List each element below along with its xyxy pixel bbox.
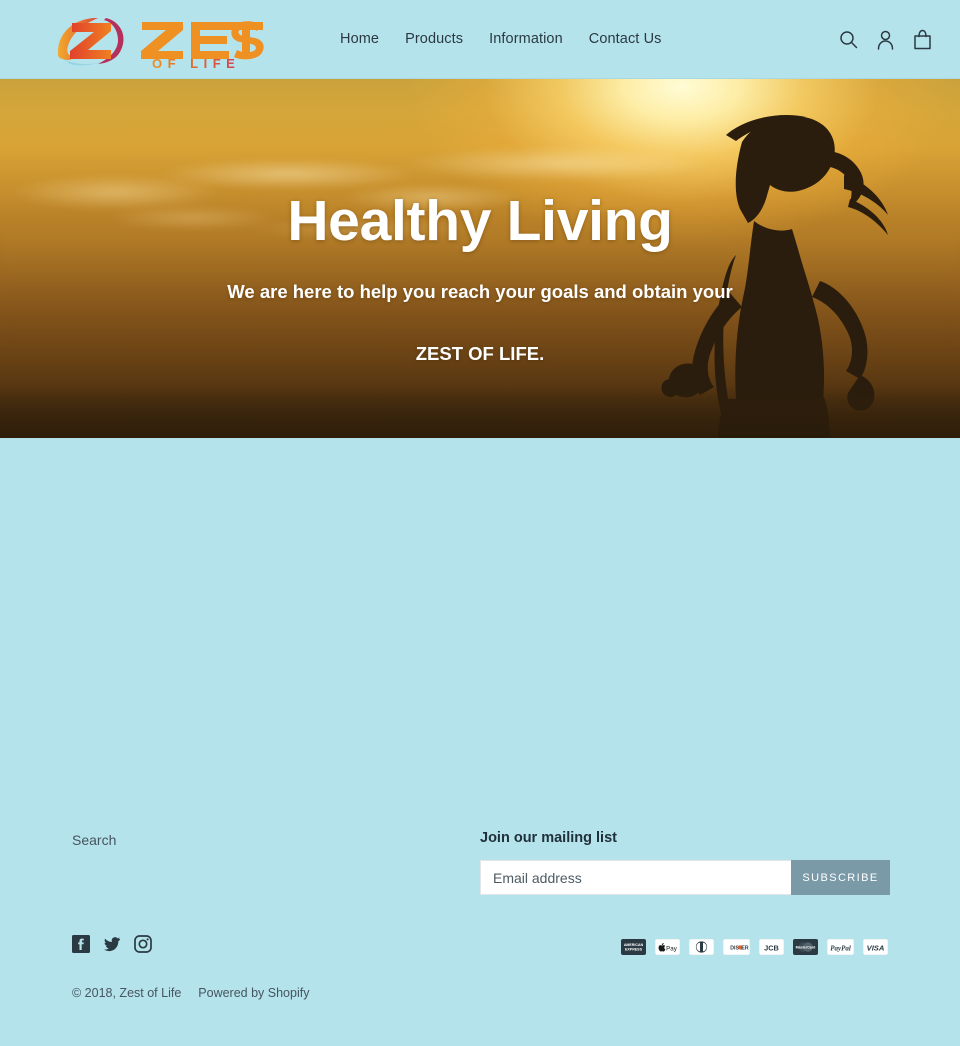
svg-text:JCB: JCB	[764, 944, 779, 953]
svg-text:VISA: VISA	[867, 944, 885, 953]
email-input[interactable]	[480, 860, 791, 895]
site-footer: Search Join our mailing list SUBSCRIBE	[0, 808, 960, 1018]
nav-item-products[interactable]: Products	[392, 0, 476, 79]
header-icon-group	[838, 0, 932, 79]
discover-icon: DISC ER	[723, 939, 750, 955]
hero-subheading-line2: ZEST OF LIFE.	[415, 342, 545, 364]
hero-subheading-line1: We are here to help you reach your goals…	[227, 281, 733, 303]
site-header: OF LIFE Home Products Information Contac…	[0, 0, 960, 79]
svg-text:AMERICAN: AMERICAN	[624, 943, 644, 947]
newsletter-heading: Join our mailing list	[480, 830, 617, 846]
page-root: OF LIFE Home Products Information Contac…	[0, 0, 960, 1046]
search-icon[interactable]	[838, 29, 858, 51]
newsletter-column: Join our mailing list SUBSCRIBE	[480, 820, 890, 895]
footer-top-row: Search Join our mailing list SUBSCRIBE	[72, 808, 890, 895]
instagram-icon[interactable]	[134, 935, 152, 953]
footer-links-column: Search	[72, 820, 480, 850]
svg-text:OF LIFE: OF LIFE	[152, 56, 240, 68]
nav-item-home[interactable]: Home	[340, 0, 392, 79]
zest-of-life-logo[interactable]: OF LIFE	[52, 12, 264, 68]
footer-link-search[interactable]: Search	[72, 832, 116, 848]
hero-banner: Healthy Living We are here to help you r…	[0, 79, 960, 438]
jcb-icon: JCB	[759, 939, 784, 955]
nav-item-information[interactable]: Information	[476, 0, 576, 79]
hero-heading: Healthy Living	[287, 189, 673, 253]
svg-text:MasterCard: MasterCard	[796, 946, 816, 950]
svg-text:Pay: Pay	[666, 945, 678, 952]
main-navigation: Home Products Information Contact Us	[340, 0, 675, 79]
facebook-icon[interactable]	[72, 935, 90, 953]
hero-copy: Healthy Living We are here to help you r…	[0, 189, 960, 375]
svg-text:ER: ER	[741, 946, 748, 952]
payment-methods: AMERICAN EXPRESS Pay DISC ER JCB MasterC…	[621, 935, 888, 955]
copyright-text: © 2018, Zest of Life	[72, 986, 182, 1000]
footer-copyright-row: © 2018, Zest of Life Powered by Shopify	[72, 986, 888, 1018]
twitter-icon[interactable]	[103, 935, 121, 953]
social-links	[72, 935, 152, 953]
apple-pay-icon: Pay	[655, 939, 680, 955]
footer-bottom-row: AMERICAN EXPRESS Pay DISC ER JCB MasterC…	[72, 935, 888, 955]
cart-icon[interactable]	[912, 29, 932, 51]
svg-text:PayPal: PayPal	[830, 944, 851, 952]
subscribe-button[interactable]: SUBSCRIBE	[791, 860, 890, 895]
svg-text:EXPRESS: EXPRESS	[625, 948, 643, 952]
diners-club-icon	[689, 939, 714, 955]
powered-by-shopify-link[interactable]: Powered by Shopify	[198, 986, 309, 1000]
newsletter-form: SUBSCRIBE	[480, 860, 890, 895]
hero-ground-gradient	[0, 386, 960, 438]
account-icon[interactable]	[875, 29, 895, 51]
master-icon: MasterCard	[793, 939, 818, 955]
main-content-area	[0, 438, 960, 808]
nav-item-contact-us[interactable]: Contact Us	[576, 0, 675, 79]
visa-icon: VISA	[863, 939, 888, 955]
american-express-icon: AMERICAN EXPRESS	[621, 939, 646, 955]
paypal-icon: PayPal	[827, 939, 854, 955]
